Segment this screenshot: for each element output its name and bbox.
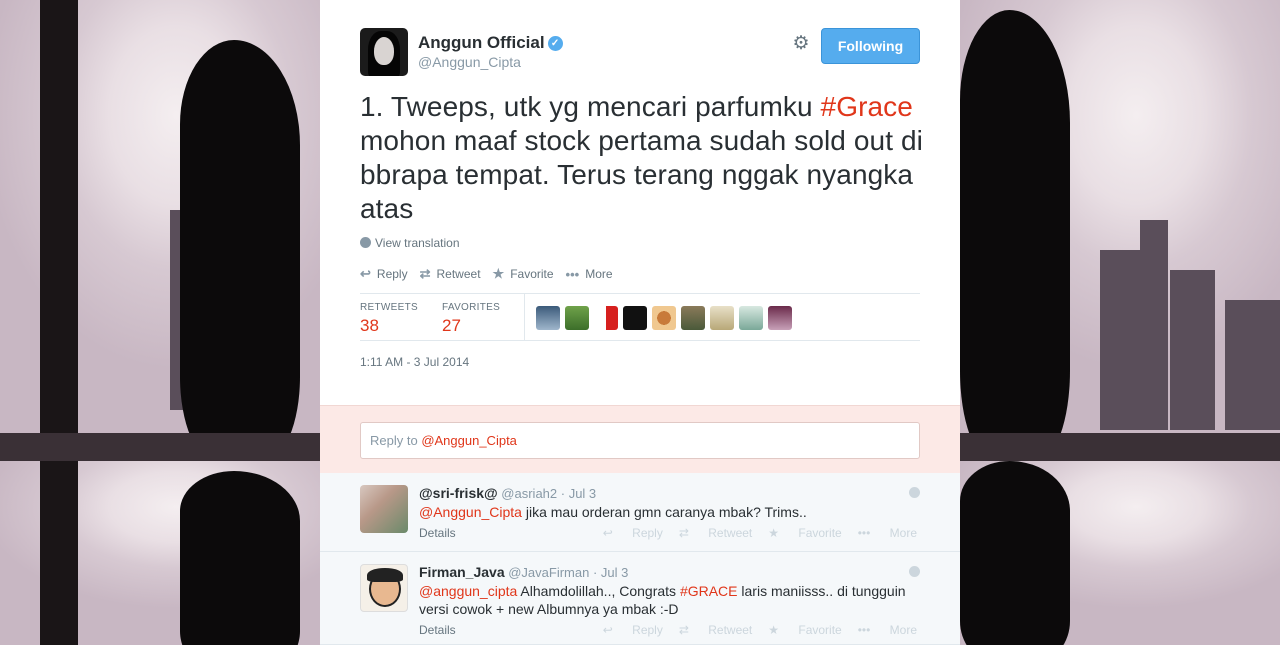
retweets-stat[interactable]: RETWEETS 38 [360, 302, 418, 336]
mention-link[interactable]: @Anggun_Cipta [419, 504, 522, 520]
view-translation-link[interactable]: View translation [360, 236, 460, 250]
avatar[interactable] [652, 306, 676, 330]
tweet-timestamp[interactable]: 1:11 AM - 3 Jul 2014 [360, 355, 469, 369]
reply-actions: ↩ Reply ⇄ Retweet ★ Favorite ••• More [587, 526, 917, 540]
more-label: More [585, 267, 613, 281]
more-button[interactable]: ••• More [566, 266, 613, 282]
favoriter-avatars [536, 306, 797, 330]
hashtag-link[interactable]: #Grace [821, 91, 913, 122]
reply-author-name[interactable]: @sri-frisk@ [419, 485, 498, 501]
background-photo-bottom-left [0, 461, 320, 645]
list-item: @sri-frisk@ @asriah2 · Jul 3 @Anggun_Cip… [320, 473, 960, 552]
reply-actions: ↩ Reply ⇄ Retweet ★ Favorite ••• More [587, 623, 917, 637]
retweet-icon: ⇄ [419, 266, 431, 281]
tweet-stats: RETWEETS 38 FAVORITES 27 [360, 293, 920, 341]
globe-icon [909, 487, 920, 498]
favorite-button[interactable]: ★ Favorite [768, 623, 841, 637]
avatar[interactable] [768, 306, 792, 330]
tweet-actions: ↩ Reply ⇄ Retweet ★ Favorite ••• More [360, 266, 625, 282]
gear-icon[interactable]: ⚙ [792, 34, 810, 53]
background-photo-bottom-right [960, 461, 1280, 645]
verified-badge-icon: ✓ [547, 36, 563, 51]
reply-time[interactable]: Jul 3 [601, 565, 628, 580]
retweet-label: Retweet [708, 526, 753, 540]
avatar[interactable] [710, 306, 734, 330]
reply-text-part: jika mau orderan gmn caranya mbak? Trims… [521, 504, 807, 520]
reply-button[interactable]: ↩ Reply [603, 623, 663, 637]
avatar[interactable] [739, 306, 763, 330]
tweet-text-part: mohon maaf stock pertama sudah sold out … [360, 125, 923, 224]
avatar[interactable] [360, 564, 408, 612]
avatar[interactable] [565, 306, 589, 330]
reply-text: @anggun_cipta Alhamdolillah.., Congrats … [419, 582, 919, 618]
tweet-card: Anggun Official ✓ @Anggun_Cipta ⚙ Followi… [320, 0, 960, 645]
reply-icon: ↩ [360, 266, 371, 281]
view-translation-label: View translation [375, 236, 460, 250]
reply-text: @Anggun_Cipta jika mau orderan gmn caran… [419, 503, 919, 521]
reply-author-handle[interactable]: @JavaFirman [508, 565, 589, 580]
author-avatar[interactable] [360, 28, 408, 76]
retweets-label: RETWEETS [360, 302, 418, 313]
background-photo-top-right [960, 0, 1280, 461]
reply-label: Reply [376, 267, 408, 281]
more-button[interactable]: ••• More [858, 623, 917, 637]
retweet-label: Retweet [436, 267, 481, 281]
mention-link[interactable]: @anggun_cipta [419, 583, 517, 599]
details-link[interactable]: Details [419, 623, 456, 637]
favorite-label: Favorite [798, 526, 842, 540]
more-label: More [889, 526, 917, 540]
reply-author-name[interactable]: Firman_Java [419, 564, 505, 580]
author-name[interactable]: Anggun Official [418, 33, 545, 53]
avatar[interactable] [681, 306, 705, 330]
favorite-button[interactable]: ★ Favorite [768, 526, 841, 540]
reply-header: @sri-frisk@ @asriah2 · Jul 3 [419, 485, 597, 501]
details-link[interactable]: Details [419, 526, 456, 540]
avatar[interactable] [360, 485, 408, 533]
retweet-button[interactable]: ⇄ Retweet [420, 266, 481, 282]
reply-button[interactable]: ↩ Reply [603, 526, 663, 540]
retweet-label: Retweet [708, 623, 753, 637]
reply-button[interactable]: ↩ Reply [360, 266, 408, 282]
avatar[interactable] [623, 306, 647, 330]
reply-composer-area: Reply to @Anggun_Cipta [320, 405, 960, 473]
hashtag-link[interactable]: #GRACE [680, 583, 738, 599]
retweets-count: 38 [360, 316, 379, 335]
reply-placeholder: Reply to [370, 433, 422, 448]
avatar[interactable] [594, 306, 618, 330]
author-info: Anggun Official ✓ @Anggun_Cipta [418, 33, 563, 70]
tweet-text: 1. Tweeps, utk yg mencari parfumku #Grac… [360, 90, 930, 226]
replies-list: @sri-frisk@ @asriah2 · Jul 3 @Anggun_Cip… [320, 473, 960, 645]
favorites-label: FAVORITES [442, 302, 501, 313]
reply-label: Reply [632, 623, 663, 637]
globe-icon [909, 566, 920, 577]
more-label: More [889, 623, 917, 637]
stats-divider [524, 294, 525, 340]
author-handle[interactable]: @Anggun_Cipta [418, 54, 563, 70]
avatar[interactable] [536, 306, 560, 330]
globe-icon [360, 237, 371, 248]
retweet-button[interactable]: ⇄ Retweet [679, 526, 752, 540]
tweet-text-part: 1. Tweeps, utk yg mencari parfumku [360, 91, 821, 122]
favorite-label: Favorite [510, 267, 554, 281]
reply-time[interactable]: Jul 3 [569, 486, 596, 501]
favorite-button[interactable]: ★ Favorite [493, 266, 554, 282]
reply-mention: @Anggun_Cipta [421, 433, 517, 448]
background-photo-top-left [0, 0, 320, 461]
ellipsis-icon: ••• [565, 266, 580, 282]
more-button[interactable]: ••• More [858, 526, 917, 540]
reply-label: Reply [632, 526, 663, 540]
list-item: Firman_Java @JavaFirman · Jul 3 @anggun_… [320, 552, 960, 645]
reply-header: Firman_Java @JavaFirman · Jul 3 [419, 564, 629, 580]
favorites-count: 27 [442, 316, 461, 335]
retweet-button[interactable]: ⇄ Retweet [679, 623, 752, 637]
reply-author-handle[interactable]: @asriah2 [501, 486, 557, 501]
reply-input[interactable]: Reply to @Anggun_Cipta [360, 422, 920, 459]
favorites-stat[interactable]: FAVORITES 27 [442, 302, 500, 336]
star-icon: ★ [492, 266, 505, 281]
following-button[interactable]: Following [821, 28, 920, 64]
tweet-header: Anggun Official ✓ @Anggun_Cipta ⚙ Followi… [360, 28, 920, 76]
favorite-label: Favorite [798, 623, 842, 637]
reply-text-part: Alhamdolillah.., Congrats [517, 583, 680, 599]
